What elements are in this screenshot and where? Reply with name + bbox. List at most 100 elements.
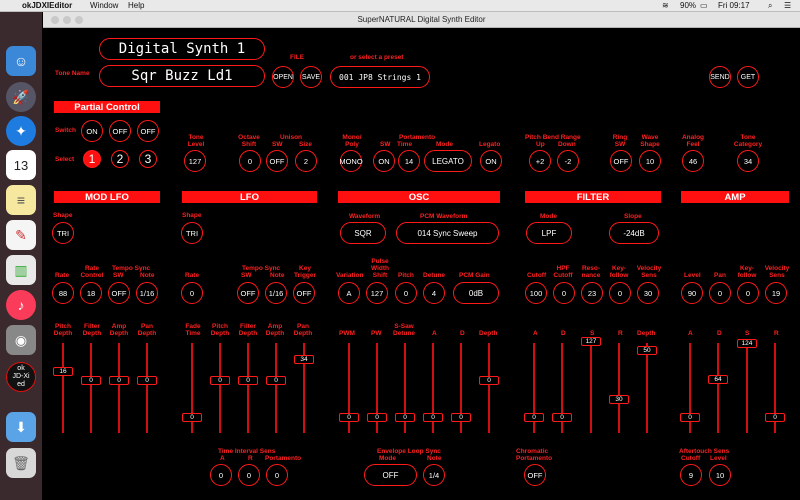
osc-ssaw-detune-slider[interactable]: 0 <box>395 343 415 433</box>
clock[interactable]: Fri 09:17 <box>718 1 750 10</box>
osc-pcm-waveform-select[interactable]: 014 Sync Sweep <box>396 222 499 244</box>
filter-a-slider[interactable]: 0 <box>524 343 544 433</box>
preset-select[interactable]: 001 JP8 Strings 1 <box>330 66 430 88</box>
lfo-shape-knob[interactable]: TRI <box>181 222 203 244</box>
search-icon[interactable]: ⌕ <box>768 1 772 11</box>
osc-waveform-select[interactable]: SQR <box>340 222 386 244</box>
slider-thumb[interactable]: 0 <box>395 413 415 422</box>
pb-up-knob[interactable]: +2 <box>529 150 551 172</box>
filter-mode-select[interactable]: LPF <box>526 222 572 244</box>
partial-select-3[interactable]: 3 <box>139 150 157 168</box>
env-loop-note-knob[interactable]: 1/4 <box>423 464 445 486</box>
minimize-icon[interactable] <box>63 16 71 24</box>
partial-switch-1[interactable]: ON <box>81 120 103 142</box>
slider-thumb[interactable]: 127 <box>581 337 601 346</box>
analog-feel-knob[interactable]: 46 <box>682 150 704 172</box>
okjdxi-dock-icon[interactable]: ok JD-Xi ed <box>6 362 36 392</box>
filter-keyfollow-knob[interactable]: 0 <box>609 282 631 304</box>
lfo-pan-depth-slider[interactable]: 34 <box>294 343 314 433</box>
lfo-amp-depth-slider[interactable]: 0 <box>266 343 286 433</box>
filter-s-slider[interactable]: 127 <box>581 337 601 433</box>
slider-thumb[interactable]: 0 <box>266 376 286 385</box>
osc-pw-slider[interactable]: 0 <box>367 343 387 433</box>
amp-s-slider[interactable]: 124 <box>737 339 757 433</box>
zoom-icon[interactable] <box>75 16 83 24</box>
textedit-icon[interactable]: ✎ <box>6 220 36 250</box>
filter-d-slider[interactable]: 0 <box>552 343 572 433</box>
osc-pw-shift-knob[interactable]: 127 <box>366 282 388 304</box>
mod-lfo-pitch-depth-slider[interactable]: 16 <box>53 343 73 433</box>
open-button[interactable]: OPEN <box>272 66 294 88</box>
tis-a-knob[interactable]: 0 <box>210 464 232 486</box>
amp-level-knob[interactable]: 90 <box>681 282 703 304</box>
slider-thumb[interactable]: 16 <box>53 367 73 376</box>
slider-thumb[interactable]: 34 <box>294 355 314 364</box>
mod-lfo-pan-depth-slider[interactable]: 0 <box>137 343 157 433</box>
mod-lfo-rate-knob[interactable]: 88 <box>52 282 74 304</box>
close-icon[interactable] <box>51 16 59 24</box>
launchpad-icon[interactable]: 🚀 <box>6 82 36 112</box>
amp-pan-knob[interactable]: 0 <box>709 282 731 304</box>
mono-poly-knob[interactable]: MONO <box>339 150 363 172</box>
lfo-pitch-depth-slider[interactable]: 0 <box>210 343 230 433</box>
menu-help[interactable]: Help <box>128 1 144 10</box>
slider-thumb[interactable]: 0 <box>210 376 230 385</box>
trash-icon[interactable]: 🗑 <box>6 448 36 478</box>
portamento-time-knob[interactable]: 14 <box>398 150 420 172</box>
downloads-folder-icon[interactable]: ⬇ <box>6 412 36 442</box>
filter-resonance-knob[interactable]: 23 <box>581 282 603 304</box>
lfo-filter-depth-slider[interactable]: 0 <box>238 343 258 433</box>
at-cutoff-knob[interactable]: 9 <box>680 464 702 486</box>
slider-thumb[interactable]: 0 <box>182 413 202 422</box>
portamento-sw-knob[interactable]: ON <box>373 150 395 172</box>
filter-cutoff-knob[interactable]: 100 <box>525 282 547 304</box>
osc-variation-knob[interactable]: A <box>338 282 360 304</box>
notes-icon[interactable]: ≡ <box>6 185 36 215</box>
tis-portamento-knob[interactable]: 0 <box>266 464 288 486</box>
amp-velocity-sens-knob[interactable]: 19 <box>765 282 787 304</box>
filter-r-slider[interactable]: 30 <box>609 343 629 433</box>
amp-keyfollow-knob[interactable]: 0 <box>737 282 759 304</box>
slider-thumb[interactable]: 0 <box>339 413 359 422</box>
portamento-mode-select[interactable]: LEGATO <box>424 150 472 172</box>
battery-label[interactable]: 90% <box>680 1 696 10</box>
safari-icon[interactable]: ✦ <box>6 116 36 146</box>
tone-category-knob[interactable]: 34 <box>737 150 759 172</box>
lfo-rate-knob[interactable]: 0 <box>181 282 203 304</box>
mod-lfo-amp-depth-slider[interactable]: 0 <box>109 343 129 433</box>
pb-down-knob[interactable]: -2 <box>557 150 579 172</box>
lfo-ts-note-knob[interactable]: 1/16 <box>265 282 287 304</box>
music-icon[interactable]: ♪ <box>6 290 36 320</box>
slider-thumb[interactable]: 30 <box>609 395 629 404</box>
osc-pcm-gain-select[interactable]: 0dB <box>453 282 499 304</box>
numbers-icon[interactable]: ▥ <box>6 255 36 285</box>
slider-thumb[interactable]: 0 <box>238 376 258 385</box>
octave-shift-knob[interactable]: 0 <box>239 150 261 172</box>
send-button[interactable]: SEND <box>709 66 731 88</box>
env-loop-mode-select[interactable]: OFF <box>364 464 417 486</box>
slider-thumb[interactable]: 0 <box>479 376 499 385</box>
osc-pitch-knob[interactable]: 0 <box>395 282 417 304</box>
osc-pwm-slider[interactable]: 0 <box>339 343 359 433</box>
mod-lfo-ts-sw-knob[interactable]: OFF <box>108 282 130 304</box>
osc-d-slider[interactable]: 0 <box>451 343 471 433</box>
get-button[interactable]: GET <box>737 66 759 88</box>
list-icon[interactable]: ☰ <box>784 1 791 10</box>
filter-depth-slider[interactable]: 50 <box>637 343 657 433</box>
calendar-icon[interactable]: 13 <box>6 150 36 180</box>
mod-lfo-shape-knob[interactable]: TRI <box>52 222 74 244</box>
menu-app[interactable]: okJDXIEditor <box>22 1 72 10</box>
amp-r-slider[interactable]: 0 <box>765 343 785 433</box>
legato-knob[interactable]: ON <box>480 150 502 172</box>
slider-thumb[interactable]: 0 <box>552 413 572 422</box>
lfo-key-trigger-knob[interactable]: OFF <box>293 282 315 304</box>
filter-hpf-cutoff-knob[interactable]: 0 <box>553 282 575 304</box>
osc-a-slider[interactable]: 0 <box>423 343 443 433</box>
menu-window[interactable]: Window <box>90 1 118 10</box>
lfo-ts-sw-knob[interactable]: OFF <box>237 282 259 304</box>
partial-switch-2[interactable]: OFF <box>109 120 131 142</box>
tone-name-field[interactable]: Sqr Buzz Ld1 <box>99 65 265 87</box>
slider-thumb[interactable]: 124 <box>737 339 757 348</box>
mod-lfo-ts-note-knob[interactable]: 1/16 <box>136 282 158 304</box>
wifi-icon[interactable]: ≋ <box>662 1 669 10</box>
